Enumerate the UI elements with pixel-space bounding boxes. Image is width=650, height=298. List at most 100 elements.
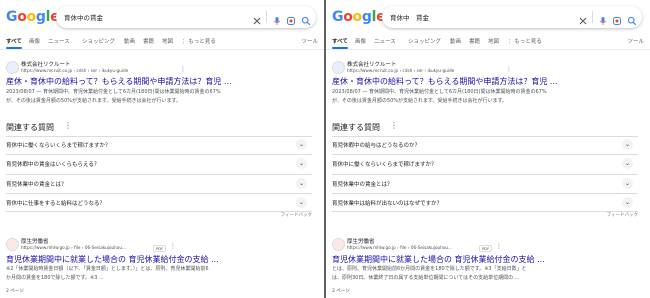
more-vert-icon[interactable]: ⋮ [170,243,176,250]
header-separator [0,49,324,50]
lens-icon[interactable] [612,11,622,25]
result2-snippet-line2: か月間の賃金を180で除した額です。※3 ... [6,275,104,281]
mic-icon[interactable] [598,11,608,25]
search-input[interactable]: 育休中 賃金 [390,12,429,22]
search-divider [266,11,267,23]
feedback-link[interactable]: フィードバック [607,212,638,218]
result1-title-link[interactable]: 産休・育休中の給料って？もらえる期間や申請方法は？育児 ... [6,76,232,87]
mic-icon[interactable] [272,11,282,25]
chevron-down-icon[interactable]: ⌄ [622,158,633,169]
pdf-badge: PDF [479,245,493,252]
lens-icon[interactable] [286,11,296,25]
tools-button[interactable]: ツール [301,37,318,45]
search-icon[interactable] [301,11,311,26]
chevron-down-icon[interactable]: ⌄ [296,158,307,169]
more-vert-icon[interactable]: ⋮ [496,243,502,250]
google-logo[interactable]: Google [332,9,386,25]
right-results-pane: Google 育休中 賃金 すべて 画像 ニュース ショッピング 動画 書籍 地… [326,0,650,298]
paa-divider [332,211,638,212]
paa-divider [6,154,312,155]
chevron-down-icon[interactable]: ⌄ [622,139,633,150]
paa-divider [332,154,638,155]
chevron-down-icon[interactable]: ⌄ [296,139,307,150]
page-count: 2 ページ [6,289,24,294]
paa-divider [332,174,638,175]
result1-snippet-line1: 2023/08/07 — 育休期間中、育児休業給付金として6カ月(180日)間は… [6,89,221,95]
paa-divider [6,211,312,212]
tab-more[interactable]: ⋮ もっと見る [507,37,542,45]
mhlw-favicon-icon [332,238,345,251]
chevron-down-icon[interactable]: ⌄ [622,197,633,208]
paa-divider [6,136,312,137]
search-input[interactable]: 育休中の賃金 [64,12,103,22]
paa-divider [332,136,638,137]
result2-title-link[interactable]: 育児休業期間中に就業した場合の 育児休業給付金の支給 ... [6,254,219,265]
tab-more[interactable]: ⋮ もっと見る [181,37,216,45]
tab-videos[interactable]: 動画 [124,37,135,45]
recruit-favicon-icon [6,61,19,74]
paa-question[interactable]: 育休中に仕事をすると給料はどうなる？ [6,199,105,207]
paa-question[interactable]: 育休中に働くならいくらまで稼げますか？ [332,160,437,168]
tab-images[interactable]: 画像 [29,37,40,45]
tab-maps[interactable]: 地図 [162,37,173,45]
paa-heading: 関連する質問 [6,123,54,132]
tab-books[interactable]: 書籍 [143,37,154,45]
paa-divider [332,193,638,194]
tools-button[interactable]: ツール [627,37,644,45]
result1-site-name: 株式会社リクルート [347,62,397,68]
tab-all[interactable]: すべて [6,37,22,45]
result1-snippet-line1: 2023/08/07 — 育休期間中、育児休業給付金として6カ月(180日)間は… [332,89,547,95]
search-box[interactable]: 育休中 賃金 [382,6,642,28]
tab-books[interactable]: 書籍 [469,37,480,45]
paa-question[interactable]: 育児休業中の賃金とは？ [6,180,67,188]
result2-site-name: 厚生労働省 [347,239,375,245]
paa-question[interactable]: 育児休暇中の賃金はいくらもらえる？ [6,160,99,168]
google-logo[interactable]: Google [6,9,60,25]
result2-snippet-line1: ※2「休業開始時賃金日額（以下、「賃金日額」とします。）」とは、原則、育児休業開… [6,266,209,272]
feedback-link[interactable]: フィードバック [281,212,312,218]
tab-all[interactable]: すべて [332,37,348,45]
paa-question[interactable]: 育児休業中の賃金とは？ [332,180,393,188]
close-icon[interactable] [578,11,588,25]
tab-shopping[interactable]: ショッピング [408,37,441,45]
tab-images[interactable]: 画像 [355,37,366,45]
tab-shopping[interactable]: ショッピング [82,37,115,45]
result2-url[interactable]: https://www.mhlw.go.jp › file › 06-Seisa… [347,245,452,250]
paa-divider [6,193,312,194]
paa-question[interactable]: 育児休業中は給料が出ないのはなぜですか？ [332,199,442,207]
result1-url[interactable]: https://www.recruit.co.jp › cdsh › ser ›… [347,68,454,73]
left-results-pane: Google 育休中の賃金 すべて 画像 ニュース ショッピング 動画 書籍 地… [0,0,324,298]
more-vert-icon[interactable]: ⋮ [390,121,398,130]
tab-videos[interactable]: 動画 [450,37,461,45]
header-separator [326,49,650,50]
more-vert-icon[interactable]: ⋮ [64,121,72,130]
paa-heading: 関連する質問 [332,123,380,132]
tab-news[interactable]: ニュース [48,37,70,45]
result1-site-name: 株式会社リクルート [21,62,71,68]
search-box[interactable]: 育休中の賃金 [56,6,316,28]
chevron-down-icon[interactable]: ⌄ [622,178,633,189]
result1-snippet-line2: が、その後は賃金月額の50%が支給されます。受給手続きは会社が行います。 [6,98,182,104]
result2-title-link[interactable]: 育児休業期間中に就業した場合の 育児休業給付金の支給 ... [332,254,545,265]
chevron-down-icon[interactable]: ⌄ [296,197,307,208]
result1-url[interactable]: https://www.recruit.co.jp › cdsh › ser ›… [21,68,128,73]
pdf-badge: PDF [153,245,167,252]
result2-snippet-line2: は、原則30日。休業終了日の属する支給単位期間についてはその支給単位期間の ..… [332,275,520,281]
close-icon[interactable] [252,11,262,25]
more-vert-icon[interactable]: ⋮ [180,66,186,73]
page-count: 2 ページ [332,289,350,294]
chevron-down-icon[interactable]: ⌄ [296,178,307,189]
mhlw-favicon-icon [6,238,19,251]
search-divider [592,11,593,23]
result2-url[interactable]: https://www.mhlw.go.jp › file › 06-Seisa… [21,245,126,250]
result2-site-name: 厚生労働省 [21,239,49,245]
more-vert-icon[interactable]: ⋮ [506,66,512,73]
tab-news[interactable]: ニュース [374,37,396,45]
paa-divider [6,174,312,175]
search-icon[interactable] [627,11,637,26]
tab-maps[interactable]: 地図 [488,37,499,45]
paa-question[interactable]: 育児休暇中の給与はどうなるのか？ [332,141,420,149]
result1-title-link[interactable]: 産休・育休中の給料って？もらえる期間や申請方法は？育児 ... [332,76,558,87]
paa-question[interactable]: 育休中に働くならいくらまで稼げますか？ [6,141,111,149]
recruit-favicon-icon [332,61,345,74]
